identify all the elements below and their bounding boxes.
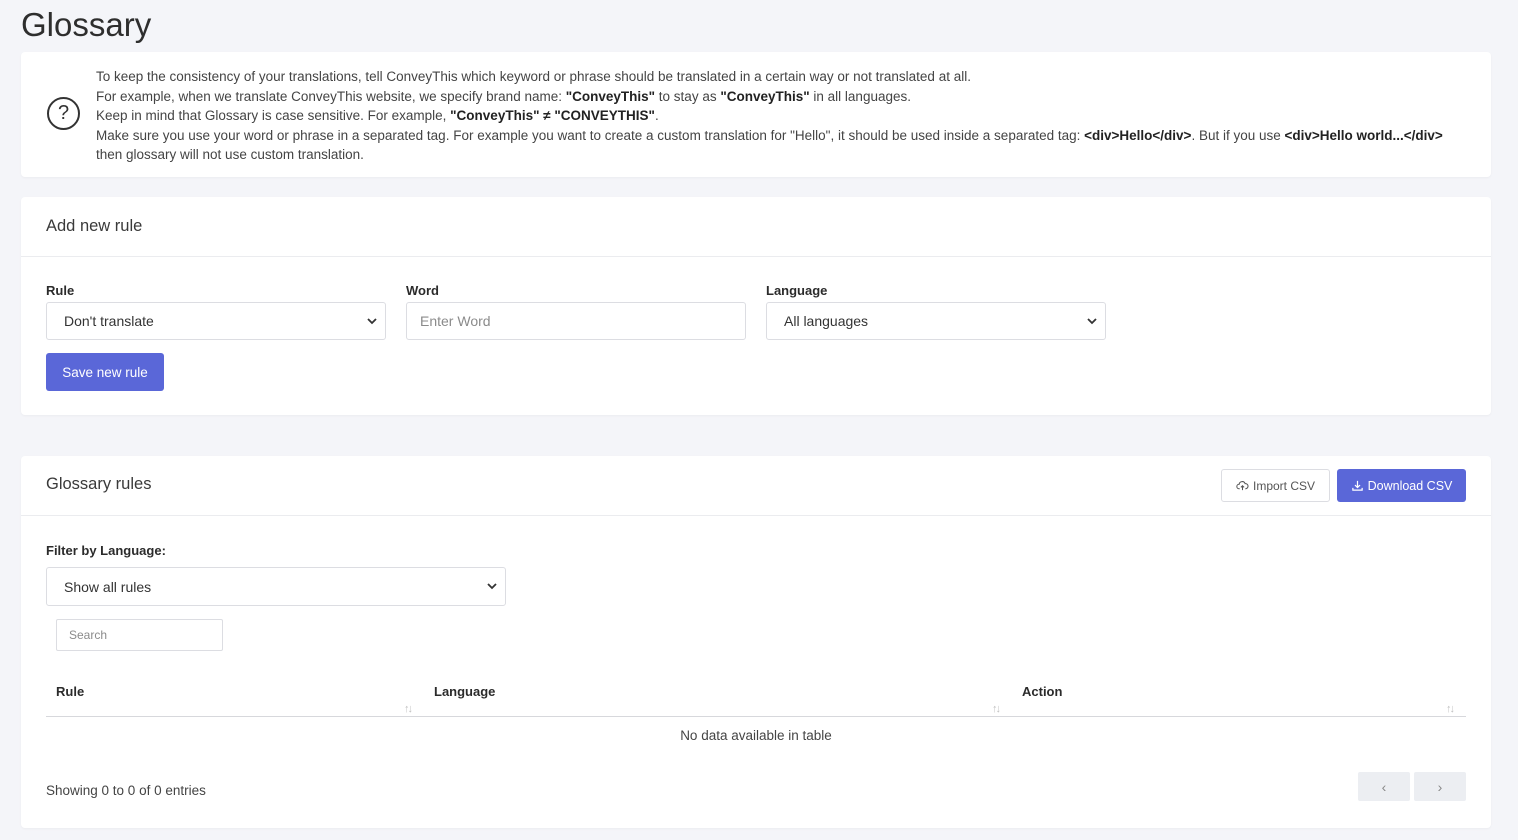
save-new-rule-button[interactable]: Save new rule: [46, 353, 164, 391]
word-label: Word: [406, 283, 439, 298]
sort-icon[interactable]: ↑↓: [404, 703, 416, 715]
sort-icon[interactable]: ↑↓: [1446, 703, 1458, 715]
chevron-down-icon: [1087, 318, 1097, 325]
info-line-4: Make sure you use your word or phrase in…: [96, 127, 1443, 163]
glossary-rules-card: Glossary rules Import CSV Download CSV F…: [21, 456, 1491, 828]
chevron-right-icon: ›: [1437, 778, 1443, 795]
import-csv-button[interactable]: Import CSV: [1221, 469, 1330, 502]
column-header-rule[interactable]: Rule: [56, 684, 84, 699]
info-line-1: To keep the consistency of your translat…: [96, 69, 971, 84]
column-header-action[interactable]: Action: [1022, 684, 1062, 699]
rule-label: Rule: [46, 283, 75, 298]
filter-label: Filter by Language:: [46, 543, 166, 558]
rule-select[interactable]: Don't translate: [46, 302, 386, 340]
showing-entries-text: Showing 0 to 0 of 0 entries: [46, 783, 206, 798]
search-input[interactable]: Search: [56, 619, 223, 651]
word-input[interactable]: Enter Word: [406, 302, 746, 340]
next-page-button[interactable]: ›: [1414, 772, 1466, 801]
info-line-2: For example, when we translate ConveyThi…: [96, 88, 911, 104]
table-divider: [46, 716, 1466, 717]
filter-select-value: Show all rules: [64, 578, 152, 595]
language-label: Language: [766, 283, 828, 298]
info-text: To keep the consistency of your translat…: [96, 67, 1456, 165]
download-csv-button[interactable]: Download CSV: [1337, 469, 1466, 502]
info-card: ? To keep the consistency of your transl…: [21, 52, 1491, 177]
chevron-down-icon: [367, 318, 377, 325]
filter-language-select[interactable]: Show all rules: [46, 567, 506, 606]
language-select-value: All languages: [784, 313, 869, 329]
cloud-upload-icon: [1236, 481, 1249, 491]
chevron-down-icon: [487, 583, 497, 590]
previous-page-button[interactable]: ‹: [1358, 772, 1410, 801]
download-csv-label: Download CSV: [1367, 478, 1453, 493]
page-title: Glossary: [21, 6, 152, 43]
question-circle-icon: ?: [47, 97, 80, 130]
info-line-3: Keep in mind that Glossary is case sensi…: [96, 108, 659, 123]
import-csv-label: Import CSV: [1252, 478, 1315, 493]
rules-header: Glossary rules Import CSV Download CSV: [21, 456, 1491, 516]
language-select[interactable]: All languages: [766, 302, 1106, 340]
column-header-language[interactable]: Language: [434, 684, 495, 699]
add-rule-title: Add new rule: [21, 197, 1491, 257]
rules-title: Glossary rules: [46, 475, 152, 493]
add-rule-card: Add new rule Rule Don't translate Word E…: [21, 197, 1491, 415]
sort-icon[interactable]: ↑↓: [992, 703, 1004, 715]
empty-table-message: No data available in table: [680, 728, 832, 743]
rule-select-value: Don't translate: [64, 313, 154, 329]
download-icon: [1351, 480, 1363, 491]
chevron-left-icon: ‹: [1381, 778, 1387, 795]
